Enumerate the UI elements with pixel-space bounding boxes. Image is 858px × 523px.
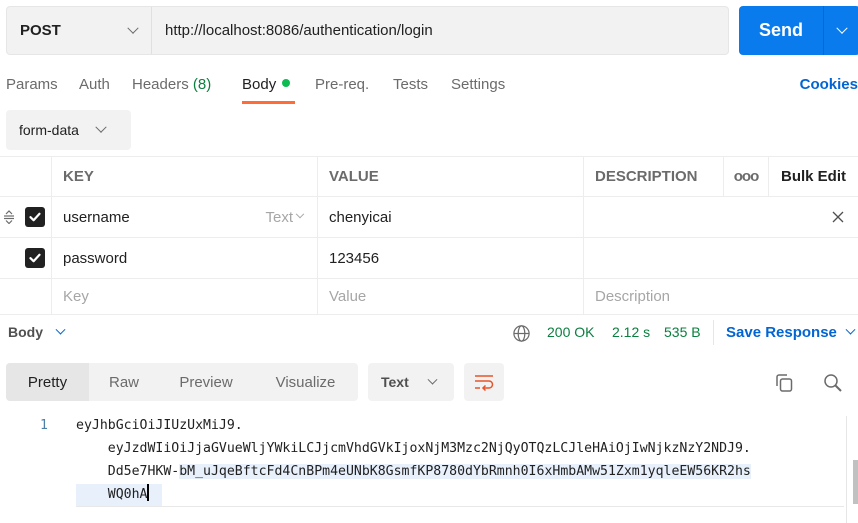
response-section-label: Body (8, 324, 43, 340)
key-input[interactable]: password (52, 238, 318, 278)
body-indicator-dot (282, 79, 291, 87)
tab-label: Tests (393, 76, 429, 93)
divider (713, 320, 714, 345)
key-input[interactable]: username Text (52, 197, 318, 237)
line-number: 1 (40, 418, 48, 433)
header-check-cell (0, 157, 52, 196)
tab-label: Params (6, 76, 58, 93)
view-visualize[interactable]: Visualize (253, 363, 358, 401)
table-row: password 123456 (0, 238, 858, 279)
send-button-group: Send (739, 6, 858, 55)
view-raw[interactable]: Raw (89, 363, 159, 401)
code-line: eyJhbGciOiJIUzUxMiJ9. (76, 418, 243, 433)
code-segment: WQ0hA (76, 487, 148, 502)
tab-body[interactable]: Body (242, 76, 291, 93)
value-input[interactable]: 123456 (318, 238, 584, 278)
divider (76, 506, 844, 507)
method-select[interactable]: POST (7, 7, 152, 54)
text-caret (147, 484, 150, 501)
value-placeholder-input[interactable]: Value (318, 279, 584, 314)
response-time[interactable]: 2.12 s (612, 324, 650, 340)
tab-label: Headers (132, 76, 189, 93)
body-type-select[interactable]: form-data (6, 110, 131, 150)
row-check-cell (0, 238, 52, 278)
tab-label: Auth (79, 76, 110, 93)
code-segment-highlighted: bM_uJqeBftcFd4CnBPm4eUNbK8GsmfKP8780dYbR… (179, 464, 751, 479)
chevron-down-icon (845, 324, 856, 335)
status-code[interactable]: 200 OK (547, 324, 594, 340)
url-input[interactable]: http://localhost:8086/authentication/log… (152, 22, 728, 39)
response-section-select[interactable]: Body (8, 324, 66, 340)
table-row: username Text chenyicai (0, 197, 858, 238)
response-view-tabs: Pretty Raw Preview Visualize (6, 363, 358, 401)
table-row-new: Key Value Description (0, 279, 858, 315)
chevron-down-icon (127, 22, 139, 34)
view-preview[interactable]: Preview (159, 363, 253, 401)
header-key: KEY (52, 157, 318, 196)
code-segment: Dd5e7HKW- (76, 464, 180, 479)
code-line: Dd5e7HKW-bM_uJqeBftcFd4CnBPm4eUNbK8GsmfK… (76, 461, 751, 483)
key-type-select[interactable]: Text (265, 208, 305, 226)
row-checkbox[interactable] (25, 248, 45, 268)
header-description: DESCRIPTION (584, 157, 724, 196)
key-text: username (63, 208, 130, 226)
table-header-row: KEY VALUE DESCRIPTION ooo Bulk Edit (0, 156, 858, 197)
request-bar: POST http://localhost:8086/authenticatio… (6, 6, 729, 55)
copy-icon[interactable] (773, 372, 795, 394)
bulk-edit-button[interactable]: Bulk Edit (769, 157, 858, 196)
view-pretty[interactable]: Pretty (6, 363, 89, 401)
tab-settings[interactable]: Settings (451, 76, 505, 93)
tab-pre-request[interactable]: Pre-req. (315, 76, 369, 93)
request-tabs: Params Auth Headers (8) Body Pre-req. Te… (0, 70, 858, 106)
description-input[interactable] (584, 238, 858, 278)
chevron-down-icon (836, 22, 848, 34)
key-placeholder-input[interactable]: Key (52, 279, 318, 314)
send-options-button[interactable] (823, 6, 858, 55)
code-line: eyJzdWIiOiJjaGVueWljYWkiLCJjcmVhdGVkIjox… (76, 441, 751, 456)
scrollbar-thumb[interactable] (853, 460, 858, 504)
cookies-link[interactable]: Cookies (800, 76, 858, 93)
more-options-button[interactable]: ooo (724, 157, 769, 196)
chevron-down-icon (427, 374, 438, 385)
row-check-cell (0, 279, 52, 314)
send-button[interactable]: Send (739, 20, 823, 41)
chevron-down-icon (55, 324, 66, 335)
key-type-label: Text (265, 208, 293, 226)
checkmark-icon (29, 212, 41, 222)
row-check-cell (0, 197, 52, 237)
response-size[interactable]: 535 B (664, 324, 701, 340)
form-data-table: KEY VALUE DESCRIPTION ooo Bulk Edit user… (0, 156, 858, 315)
tab-headers[interactable]: Headers (8) (132, 76, 211, 93)
code-line-current: WQ0hA (76, 484, 162, 506)
save-response-label: Save Response (726, 324, 837, 341)
format-label: Text (381, 374, 409, 390)
description-input[interactable] (584, 197, 858, 237)
tab-label: Settings (451, 76, 506, 93)
row-checkbox[interactable] (25, 207, 45, 227)
tab-label: Pre-req. (315, 76, 370, 93)
header-value: VALUE (318, 157, 584, 196)
method-label: POST (20, 22, 61, 39)
search-icon[interactable] (822, 372, 844, 394)
chevron-down-icon (95, 121, 107, 133)
tab-label: Body (242, 76, 277, 93)
globe-icon[interactable] (512, 324, 531, 343)
response-bar: Body 200 OK 2.12 s 535 B Save Response (0, 316, 858, 350)
close-icon[interactable] (832, 211, 844, 223)
headers-count: (8) (192, 76, 212, 93)
save-response-button[interactable]: Save Response (726, 324, 856, 341)
active-tab-underline (242, 101, 295, 104)
format-select[interactable]: Text (368, 363, 454, 401)
body-type-label: form-data (19, 122, 79, 138)
wrap-lines-icon (475, 375, 494, 391)
checkmark-icon (29, 253, 41, 263)
wrap-lines-button[interactable] (464, 363, 504, 401)
chevron-down-icon (295, 209, 305, 219)
value-input[interactable]: chenyicai (318, 197, 584, 237)
tab-auth[interactable]: Auth (79, 76, 110, 93)
tab-params[interactable]: Params (6, 76, 58, 93)
description-placeholder-input[interactable]: Description (584, 279, 858, 314)
tab-tests[interactable]: Tests (393, 76, 428, 93)
